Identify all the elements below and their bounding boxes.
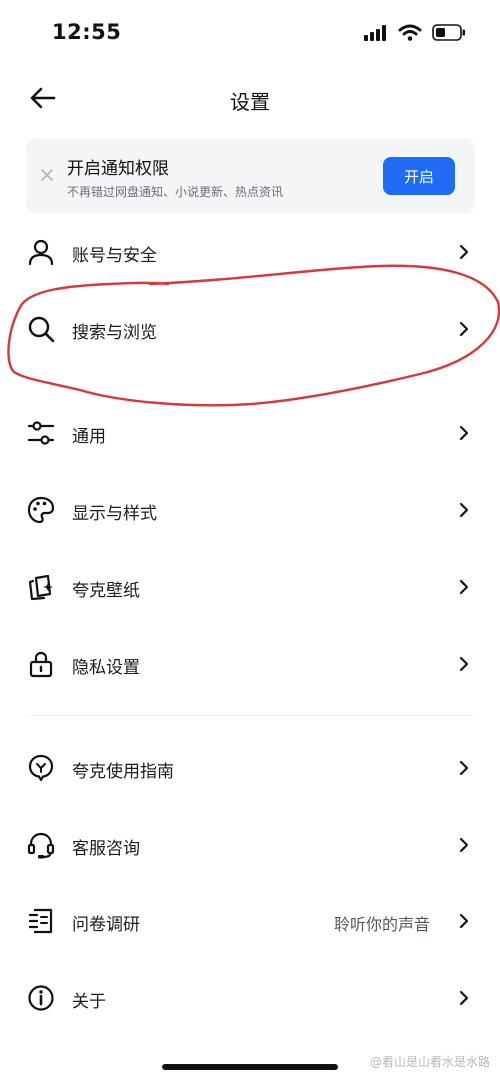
watermark: @看山是山看水是水路 bbox=[369, 1055, 490, 1069]
chevron-right-icon bbox=[459, 579, 469, 595]
notice-close-button[interactable] bbox=[38, 166, 56, 184]
page-title: 设置 bbox=[230, 90, 270, 114]
home-indicator[interactable] bbox=[162, 1064, 338, 1070]
wifi-icon bbox=[398, 24, 422, 41]
settings-item-label: 隐私设置 bbox=[72, 658, 140, 678]
chevron-right-icon bbox=[459, 321, 469, 337]
settings-item-quark-wallpaper[interactable]: 夸克壁纸 bbox=[0, 557, 500, 617]
section-divider bbox=[26, 715, 475, 716]
search-icon bbox=[28, 316, 55, 343]
headset-icon bbox=[27, 832, 55, 859]
settings-item-privacy[interactable]: 隐私设置 bbox=[0, 634, 500, 694]
palette-icon bbox=[27, 496, 55, 524]
user-icon bbox=[28, 239, 54, 266]
settings-item-survey[interactable]: 问卷调研 聆听你的声音 bbox=[0, 891, 500, 951]
chevron-right-icon bbox=[459, 837, 469, 853]
close-icon bbox=[41, 169, 53, 181]
survey-subtitle: 聆听你的声音 bbox=[333, 915, 430, 934]
settings-item-label: 关于 bbox=[72, 992, 106, 1012]
wallpaper-icon bbox=[28, 574, 53, 601]
settings-item-label: 夸克壁纸 bbox=[72, 581, 140, 601]
settings-item-label: 搜索与浏览 bbox=[72, 323, 157, 343]
enable-notification-button[interactable]: 开启 bbox=[383, 157, 455, 195]
settings-item-label: 问卷调研 bbox=[72, 915, 140, 935]
chevron-right-icon bbox=[459, 656, 469, 672]
notice-subtitle: 不再错过网盘通知、小说更新、热点资讯 bbox=[67, 185, 284, 199]
chevron-right-icon bbox=[459, 913, 469, 929]
settings-item-account-security[interactable]: 账号与安全 bbox=[0, 222, 500, 282]
notice-title: 开启通知权限 bbox=[67, 159, 169, 179]
lock-icon bbox=[29, 651, 53, 678]
settings-item-general[interactable]: 通用 bbox=[0, 403, 500, 463]
settings-item-label: 客服咨询 bbox=[72, 839, 140, 859]
notification-banner: 开启通知权限 不再错过网盘通知、小说更新、热点资讯 开启 bbox=[26, 138, 475, 214]
settings-item-label: 账号与安全 bbox=[72, 246, 157, 266]
settings-item-label: 通用 bbox=[72, 427, 106, 447]
signal-icon bbox=[364, 24, 386, 41]
battery-icon bbox=[432, 24, 465, 41]
status-bar: 12:55 bbox=[0, 0, 500, 64]
settings-item-display-style[interactable]: 显示与样式 bbox=[0, 480, 500, 540]
nav-bar: 设置 bbox=[0, 74, 500, 124]
chevron-right-icon bbox=[459, 990, 469, 1006]
chevron-right-icon bbox=[459, 425, 469, 441]
chevron-right-icon bbox=[459, 502, 469, 518]
chevron-right-icon bbox=[459, 244, 469, 260]
status-icons bbox=[364, 24, 466, 41]
settings-item-about[interactable]: 关于 bbox=[0, 968, 500, 1028]
settings-item-label: 显示与样式 bbox=[72, 504, 157, 524]
settings-item-search-browse[interactable]: 搜索与浏览 bbox=[0, 299, 500, 359]
status-time: 12:55 bbox=[52, 20, 122, 44]
sliders-icon bbox=[27, 421, 55, 445]
info-icon bbox=[28, 985, 54, 1011]
chevron-right-icon bbox=[459, 760, 469, 776]
lightbulb-icon bbox=[28, 754, 54, 782]
settings-item-label: 夸克使用指南 bbox=[72, 762, 174, 782]
settings-item-customer-service[interactable]: 客服咨询 bbox=[0, 815, 500, 875]
settings-item-quark-guide[interactable]: 夸克使用指南 bbox=[0, 738, 500, 798]
survey-icon bbox=[28, 908, 53, 934]
